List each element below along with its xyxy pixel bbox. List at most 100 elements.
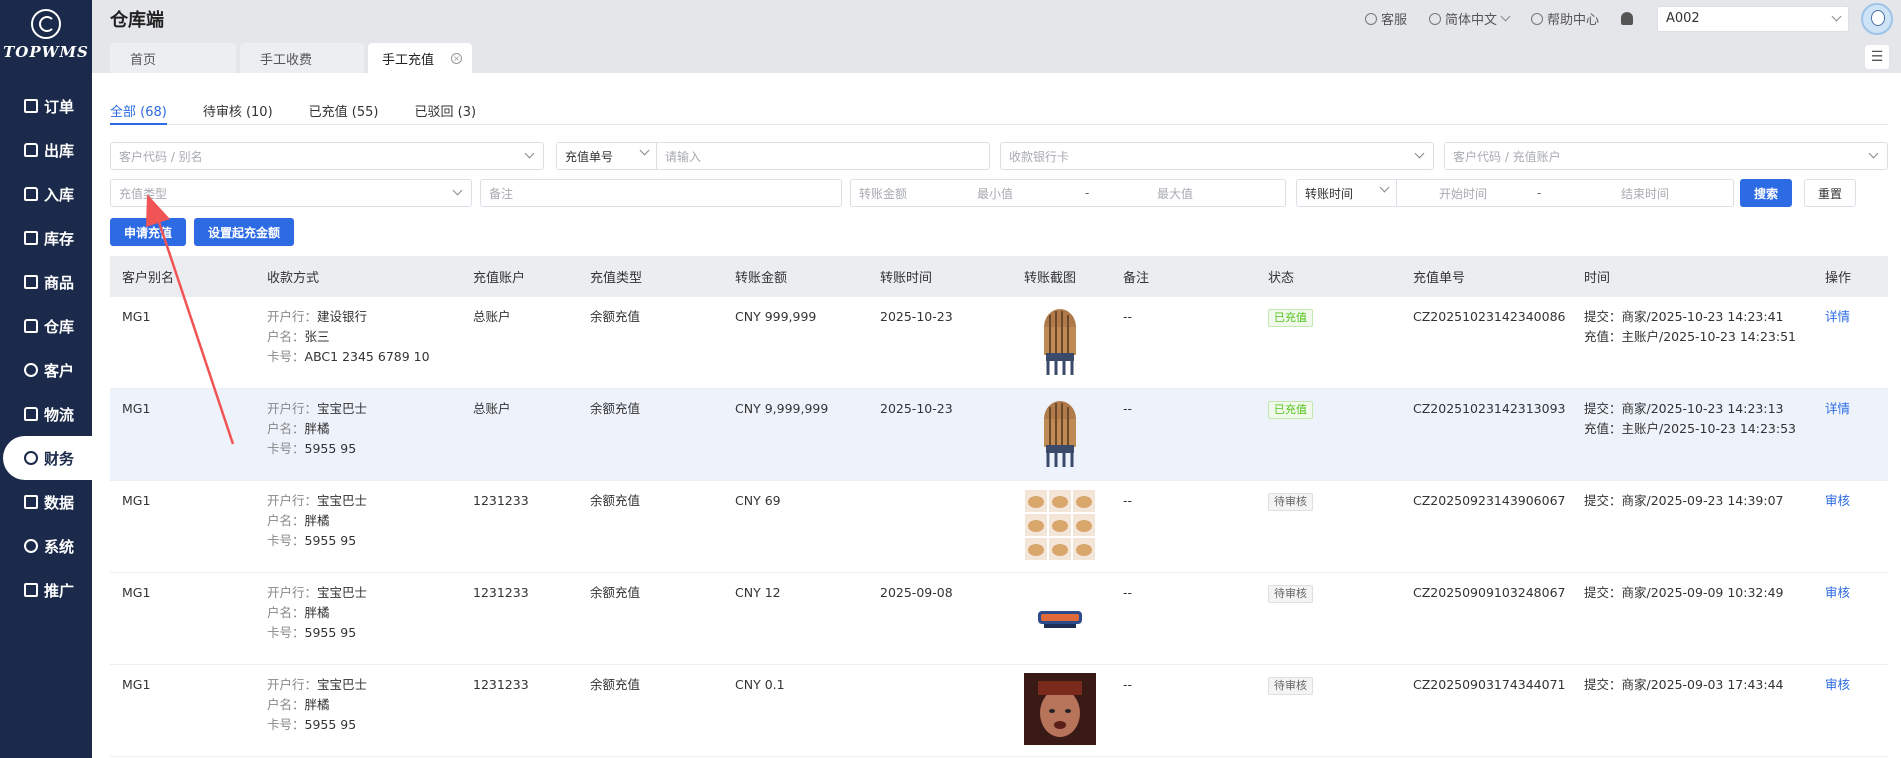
time-type-select[interactable]: 转账时间	[1297, 180, 1397, 206]
sidebar-item-system[interactable]: 系统	[0, 524, 92, 568]
customer-account-select[interactable]: 客户代码 / 充值账户	[1444, 142, 1888, 170]
sidebar-item-order[interactable]: 订单	[0, 84, 92, 128]
status-badge: 已充值	[1268, 307, 1313, 327]
order-no-input[interactable]: 请输入	[657, 148, 701, 165]
bell-icon[interactable]	[1621, 12, 1633, 25]
tab-manual-recharge[interactable]: 手工充值 ×	[368, 43, 472, 73]
end-time-input[interactable]: 结束时间	[1585, 185, 1705, 202]
amount-max-input[interactable]: 最大值	[1149, 185, 1193, 202]
finance-icon	[24, 451, 38, 465]
transfer-screenshot[interactable]	[1024, 397, 1096, 469]
transfer-amount: CNY 69	[735, 493, 781, 508]
table-row: MG1 开户行：宝宝巴士 户名：胖橘 卡号：5955 95 1231233 余额充值 CNY…	[110, 481, 1888, 573]
remark-input[interactable]: 备注	[480, 179, 842, 207]
tab-pending[interactable]: 待审核 (10)	[203, 101, 273, 125]
col-alias: 客户别名	[122, 271, 175, 286]
amount-min-input[interactable]: 最小值	[969, 185, 1077, 202]
search-button[interactable]: 搜索	[1740, 179, 1792, 207]
promotion-icon	[24, 583, 38, 597]
tab-rejected[interactable]: 已驳回 (3)	[414, 101, 476, 125]
account-holder: 户名：张三	[267, 329, 330, 344]
recharge-account: 1231233	[473, 585, 529, 600]
order-number: CZ20251023142340086	[1413, 309, 1566, 324]
transfer-screenshot[interactable]	[1024, 305, 1096, 377]
start-time-input[interactable]: 开始时间	[1397, 185, 1529, 202]
set-min-amount-button[interactable]: 设置起充金额	[194, 218, 294, 246]
customer-alias: MG1	[122, 309, 151, 324]
header-actions: 客服 简体中文 帮助中心 A002	[1364, 0, 1901, 37]
inventory-icon	[24, 231, 38, 245]
warehouse-select[interactable]: A002	[1657, 5, 1849, 32]
reset-button[interactable]: 重置	[1804, 179, 1856, 207]
review-link[interactable]: 审核	[1825, 675, 1850, 695]
order-search: 充值单号 请输入	[556, 142, 990, 170]
logo-text: TOPWMS	[3, 43, 89, 61]
sidebar-item-data[interactable]: 数据	[0, 480, 92, 524]
col-time: 时间	[1584, 271, 1611, 286]
help-center-link[interactable]: 帮助中心	[1530, 9, 1599, 28]
time-info: 提交：商家/2025-09-09 10:32:49	[1584, 585, 1784, 600]
apply-recharge-button[interactable]: 申请充值	[110, 218, 186, 246]
sidebar-item-warehouse[interactable]: 仓库	[0, 304, 92, 348]
main-content: 全部 (68) 待审核 (10) 已充值 (55) 已驳回 (3) 客户代码 /…	[92, 73, 1901, 758]
recharge-type-select[interactable]: 充值类型	[110, 179, 472, 207]
card-number: 卡号：5955 95	[267, 441, 357, 456]
headset-icon	[1364, 12, 1377, 25]
sidebar-item-logistics[interactable]: 物流	[0, 392, 92, 436]
transfer-screenshot[interactable]	[1024, 581, 1096, 653]
language-switch[interactable]: 简体中文	[1428, 9, 1511, 28]
menu-icon[interactable]: ☰	[1865, 45, 1889, 69]
inbound-icon	[24, 187, 38, 201]
transfer-screenshot[interactable]	[1024, 673, 1096, 745]
detail-link[interactable]: 详情	[1825, 399, 1850, 419]
bank-name: 开户行：建设银行	[267, 309, 368, 324]
account-holder: 户名：胖橘	[267, 697, 330, 712]
sidebar-nav: 订单 出库 入库 库存 商品 仓库 客户 物流 财务 数据 系统 推广	[0, 84, 92, 612]
table-body: MG1 开户行：建设银行 户名：张三 卡号：ABC1 2345 6789 10 总账户余…	[110, 297, 1888, 757]
remark: --	[1123, 585, 1133, 600]
table-row: MG1 开户行：宝宝巴士 户名：胖橘 卡号：5955 95 总账户 余额充值 CNY 9,9…	[110, 389, 1888, 481]
sidebar-item-inventory[interactable]: 库存	[0, 216, 92, 260]
sidebar-item-finance[interactable]: 财务	[3, 436, 92, 480]
app-title: 仓库端	[110, 9, 164, 31]
avatar[interactable]	[1861, 2, 1893, 35]
sidebar-item-customer[interactable]: 客户	[0, 348, 92, 392]
order-number: CZ20251023142313093	[1413, 401, 1566, 416]
recharge-account: 总账户	[473, 309, 511, 324]
sidebar-item-promotion[interactable]: 推广	[0, 568, 92, 612]
table-header: 客户别名 收款方式 充值账户 充值类型 转账金额 转账时间 转账截图 备注 状态…	[110, 256, 1888, 297]
close-icon[interactable]: ×	[451, 52, 462, 64]
col-screenshot: 转账截图	[1024, 271, 1077, 286]
customer-service-link[interactable]: 客服	[1364, 9, 1407, 28]
status-badge: 已充值	[1268, 399, 1313, 419]
detail-link[interactable]: 详情	[1825, 307, 1850, 327]
bank-name: 开户行：宝宝巴士	[267, 493, 368, 508]
chevron-down-icon	[1500, 11, 1511, 22]
transfer-date: 2025-09-08	[880, 585, 953, 600]
col-date: 转账时间	[880, 271, 933, 286]
tab-home[interactable]: 首页	[110, 43, 236, 73]
card-number: 卡号：5955 95	[267, 625, 357, 640]
tab-manual-charge[interactable]: 手工收费	[240, 43, 364, 73]
recharge-type: 余额充值	[590, 493, 641, 508]
status-tabs: 全部 (68) 待审核 (10) 已充值 (55) 已驳回 (3)	[110, 101, 1888, 125]
order-type-select[interactable]: 充值单号	[557, 143, 657, 169]
payment-info: 开户行：宝宝巴士 户名：胖橘 卡号：5955 95	[267, 583, 367, 643]
account-holder: 户名：胖橘	[267, 421, 330, 436]
chevron-down-icon	[1868, 148, 1879, 159]
bank-card-select[interactable]: 收款银行卡	[1000, 142, 1434, 170]
sidebar-item-outbound[interactable]: 出库	[0, 128, 92, 172]
globe-icon	[1428, 12, 1441, 25]
tab-all[interactable]: 全部 (68)	[110, 101, 167, 125]
account-holder: 户名：胖橘	[267, 513, 330, 528]
col-amount: 转账金额	[735, 271, 788, 286]
status-badge: 待审核	[1268, 583, 1313, 603]
sidebar-item-goods[interactable]: 商品	[0, 260, 92, 304]
card-number: 卡号：5955 95	[267, 717, 357, 732]
tab-recharged[interactable]: 已充值 (55)	[309, 101, 379, 125]
sidebar-item-inbound[interactable]: 入库	[0, 172, 92, 216]
customer-select[interactable]: 客户代码 / 别名	[110, 142, 544, 170]
review-link[interactable]: 审核	[1825, 583, 1850, 603]
review-link[interactable]: 审核	[1825, 491, 1850, 511]
transfer-screenshot[interactable]	[1024, 489, 1096, 561]
